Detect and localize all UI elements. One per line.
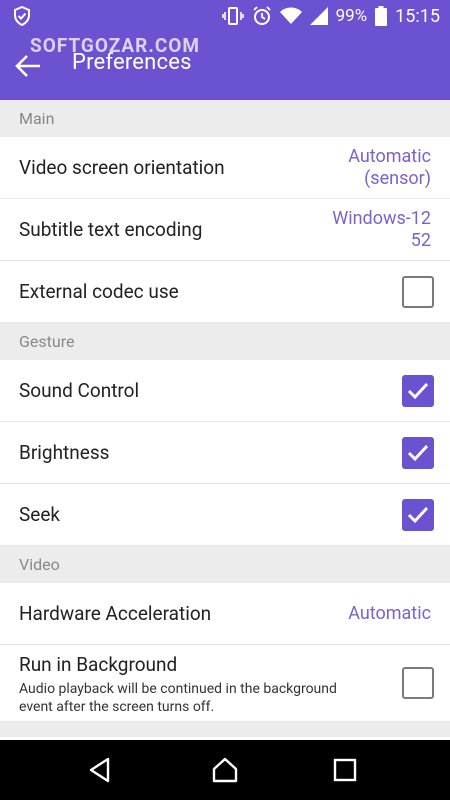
clock-time: 15:15 [395, 5, 440, 27]
preferences-list[interactable]: Main Video screen orientation Automatic … [0, 100, 450, 740]
check-icon [407, 506, 429, 524]
shield-icon [12, 5, 32, 27]
pref-external-codec-use[interactable]: External codec use [0, 261, 450, 323]
alarm-icon [252, 6, 272, 26]
check-icon [407, 382, 429, 400]
section-header-main: Main [0, 100, 450, 137]
pref-brightness[interactable]: Brightness [0, 422, 450, 484]
pref-hardware-acceleration[interactable]: Hardware Acceleration Automatic [0, 583, 450, 645]
external-codec-checkbox[interactable] [402, 276, 434, 308]
navigation-bar [0, 740, 450, 800]
page-title: Preferences [72, 50, 192, 75]
pref-label: Sound Control [19, 379, 140, 402]
pref-label: Seek [19, 503, 61, 526]
app-bar: SOFTGOZAR.COM Preferences [0, 32, 450, 100]
pref-value: Windows-12 52 [332, 208, 431, 251]
back-nav-icon[interactable] [86, 756, 114, 784]
pref-video-screen-orientation[interactable]: Video screen orientation Automatic (sens… [0, 137, 450, 199]
pref-label: External codec use [19, 280, 179, 303]
recents-nav-icon[interactable] [331, 756, 359, 784]
pref-run-in-background[interactable]: Run in Background Audio playback will be… [0, 645, 450, 722]
pref-label: Subtitle text encoding [19, 218, 203, 241]
pref-seek[interactable]: Seek [0, 484, 450, 546]
pref-value: Automatic (sensor) [348, 146, 431, 189]
vibrate-icon [221, 7, 244, 25]
section-header-video: Video [0, 546, 450, 583]
back-arrow-icon[interactable] [14, 52, 42, 80]
pref-label: Hardware Acceleration [19, 602, 212, 625]
section-header-gesture: Gesture [0, 323, 450, 360]
wifi-icon [279, 7, 302, 25]
pref-label: Run in Background [19, 653, 178, 676]
pref-description: Audio playback will be continued in the … [19, 681, 337, 715]
seek-checkbox[interactable] [402, 499, 434, 531]
status-bar: 99% 15:15 [0, 0, 450, 32]
sound-control-checkbox[interactable] [402, 375, 434, 407]
pref-sound-control[interactable]: Sound Control [0, 360, 450, 422]
pref-label: Brightness [19, 441, 110, 464]
pref-label: Video screen orientation [19, 156, 225, 179]
battery-icon [375, 6, 388, 26]
pref-value: Automatic [348, 603, 431, 624]
section-header-partial [0, 722, 450, 737]
brightness-checkbox[interactable] [402, 437, 434, 469]
run-in-background-checkbox[interactable] [402, 667, 434, 699]
signal-icon [309, 7, 328, 25]
pref-subtitle-text-encoding[interactable]: Subtitle text encoding Windows-12 52 [0, 199, 450, 261]
check-icon [407, 444, 429, 462]
battery-percent: 99% [335, 6, 368, 26]
home-nav-icon[interactable] [211, 756, 239, 784]
